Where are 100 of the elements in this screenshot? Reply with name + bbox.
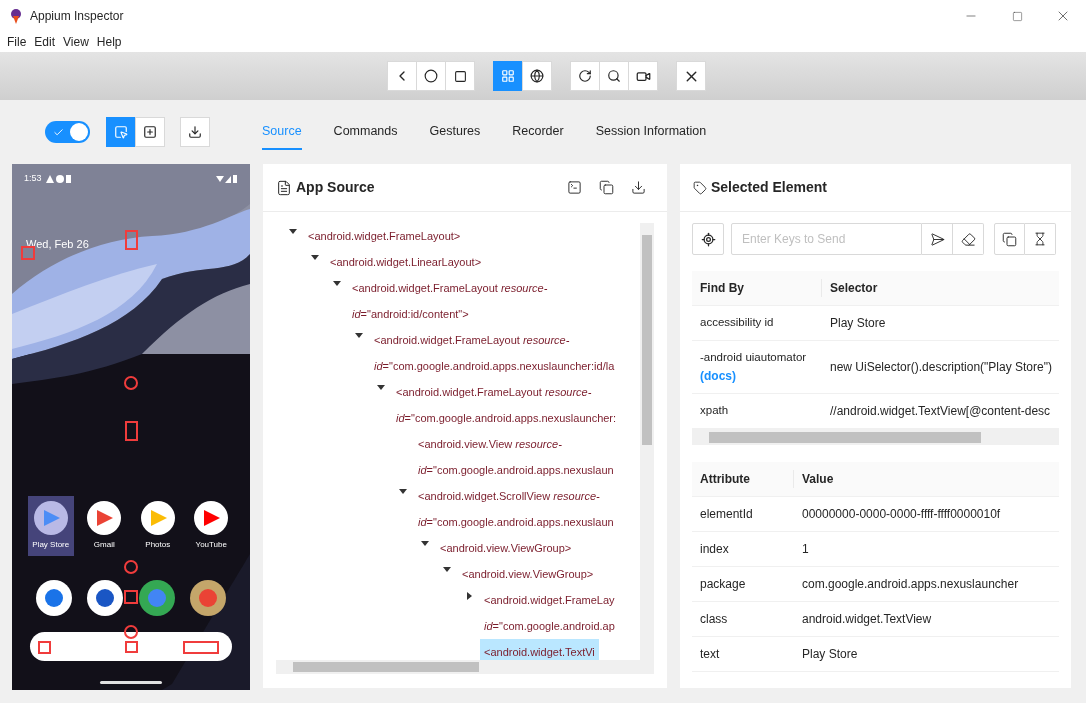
menu-item[interactable]: Edit: [30, 33, 60, 51]
timing-button[interactable]: [1025, 223, 1056, 255]
table-cell-text: index: [699, 541, 730, 558]
menu-item[interactable]: Help: [92, 33, 126, 51]
menu-item[interactable]: View: [59, 33, 93, 51]
column-header: Attribute: [692, 470, 794, 488]
app-icon[interactable]: [190, 580, 227, 616]
tree-node-label[interactable]: <android.widget.ScrollView resource- id="com.google.android.apps.nexuslaun: [414, 483, 618, 535]
caret-icon[interactable]: [399, 488, 407, 496]
maximize-icon: [1011, 10, 1023, 22]
app-shortcut[interactable]: Photos: [134, 496, 181, 556]
record-button[interactable]: [628, 61, 658, 91]
home-button[interactable]: [416, 61, 446, 91]
tag-icon: [693, 180, 707, 195]
table-cell-text: xpath: [700, 403, 730, 419]
app-switch-button[interactable]: [445, 61, 475, 91]
caret-icon[interactable]: [355, 332, 363, 340]
search-icon: [607, 69, 621, 83]
caret-icon[interactable]: [311, 254, 319, 262]
app-logo-icon: [8, 8, 24, 24]
horizontal-scrollbar[interactable]: [692, 429, 1059, 445]
locate-button[interactable]: [692, 223, 724, 255]
table-cell-text: package: [699, 576, 747, 593]
app-shortcut[interactable]: Play Store: [27, 496, 74, 556]
column-header: Value: [801, 471, 834, 488]
globe-icon: [530, 69, 544, 83]
table-cell-text: Play Store: [829, 315, 886, 332]
app-shortcut[interactable]: Gmail: [81, 496, 128, 556]
tree-node-label[interactable]: <android.widget.FrameLay id="com.google.android.ap: [480, 587, 619, 639]
gesture-handle: [100, 681, 162, 684]
square-icon: [453, 69, 467, 83]
tap-mode-button[interactable]: [135, 117, 165, 147]
table-cell-text: elementId: [699, 506, 754, 523]
caret-icon[interactable]: [465, 592, 473, 600]
caret-icon[interactable]: [333, 280, 341, 288]
table-cell-text: text: [699, 646, 721, 663]
window-title: Appium Inspector: [30, 8, 124, 25]
tree-node-label[interactable]: <android.widget.LinearLayout>: [326, 249, 486, 275]
quit-session-button[interactable]: [676, 61, 706, 91]
tree-node-label[interactable]: <android.widget.FrameLayout>: [304, 223, 465, 249]
tree-node-label[interactable]: <android.view.ViewGroup>: [458, 561, 598, 587]
tab[interactable]: Commands: [333, 114, 398, 150]
check-icon: [53, 126, 64, 138]
download-screenshot-button[interactable]: [180, 117, 210, 147]
grid-icon: [501, 69, 515, 83]
status-time: 1:53: [24, 172, 42, 185]
send-icon: [929, 231, 945, 247]
crosshair-icon: [700, 231, 716, 247]
hourglass-icon: [1033, 232, 1047, 246]
caret-icon[interactable]: [289, 228, 297, 236]
menu-item[interactable]: File: [3, 33, 31, 51]
web-context-button[interactable]: [522, 61, 552, 91]
keys-input-field[interactable]: Enter Keys to Send: [731, 223, 922, 255]
table-cell-text: -android uiautomator: [700, 350, 808, 366]
circle-icon: [424, 69, 438, 83]
download-icon: [188, 125, 202, 139]
search-button[interactable]: [599, 61, 629, 91]
document-icon: [276, 179, 292, 196]
refresh-icon: [578, 69, 592, 83]
app-icon[interactable]: [87, 580, 124, 616]
column-header: Find By: [692, 279, 822, 297]
tab[interactable]: Recorder: [512, 114, 564, 150]
table-cell-text: 00000000-0000-0000-ffff-ffff0000010f: [801, 506, 1001, 523]
table-cell-text: new UiSelector().description("Play Store"): [829, 359, 1052, 376]
column-header: Selector: [829, 280, 878, 297]
app-shortcut[interactable]: YouTube: [188, 496, 235, 556]
eraser-icon: [960, 231, 976, 247]
table-cell-text: com.google.android.apps.nexuslauncher: [801, 576, 1019, 593]
copy-attributes-button[interactable]: [994, 223, 1025, 255]
notification-icons: [45, 174, 72, 183]
app-icon[interactable]: [87, 501, 122, 535]
tree-node-label[interactable]: <android.view.ViewGroup>: [436, 535, 576, 561]
vertical-scrollbar[interactable]: [640, 223, 654, 660]
caret-icon[interactable]: [443, 566, 451, 574]
caret-icon[interactable]: [377, 384, 385, 392]
tree-node-label[interactable]: <android.widget.TextVi: [480, 639, 599, 660]
table-cell-text: //android.widget.TextView[@content-desc: [829, 403, 1051, 420]
tab[interactable]: Session Information: [595, 114, 707, 150]
app-icon[interactable]: [140, 501, 175, 535]
copy-icon: [598, 180, 614, 195]
table-cell-text: class: [699, 611, 729, 628]
send-keys-button[interactable]: [922, 223, 953, 255]
terminal-icon: [566, 180, 582, 195]
element-highlight[interactable]: [124, 625, 138, 639]
copy-icon: [1002, 231, 1017, 247]
screenshot-toggle[interactable]: [45, 121, 90, 143]
app-icon[interactable]: [194, 501, 229, 535]
refresh-button[interactable]: [570, 61, 600, 91]
clear-button[interactable]: [953, 223, 984, 255]
table-cell-text: android.widget.TextView: [801, 611, 932, 628]
app-icon[interactable]: [138, 580, 175, 616]
caret-icon[interactable]: [421, 540, 429, 548]
tree-node-label[interactable]: <android.widget.FrameLayout resource- id="com.google.android.apps.nexuslauncher:: [392, 379, 621, 431]
table-cell-text: accessibility id: [700, 315, 775, 331]
app-icon[interactable]: [35, 580, 72, 616]
download-icon: [630, 180, 646, 195]
tab[interactable]: Gestures: [429, 114, 481, 150]
panel-title: Selected Element: [711, 178, 827, 197]
signal-battery-icons: [216, 174, 238, 183]
horizontal-scrollbar[interactable]: [276, 660, 654, 674]
